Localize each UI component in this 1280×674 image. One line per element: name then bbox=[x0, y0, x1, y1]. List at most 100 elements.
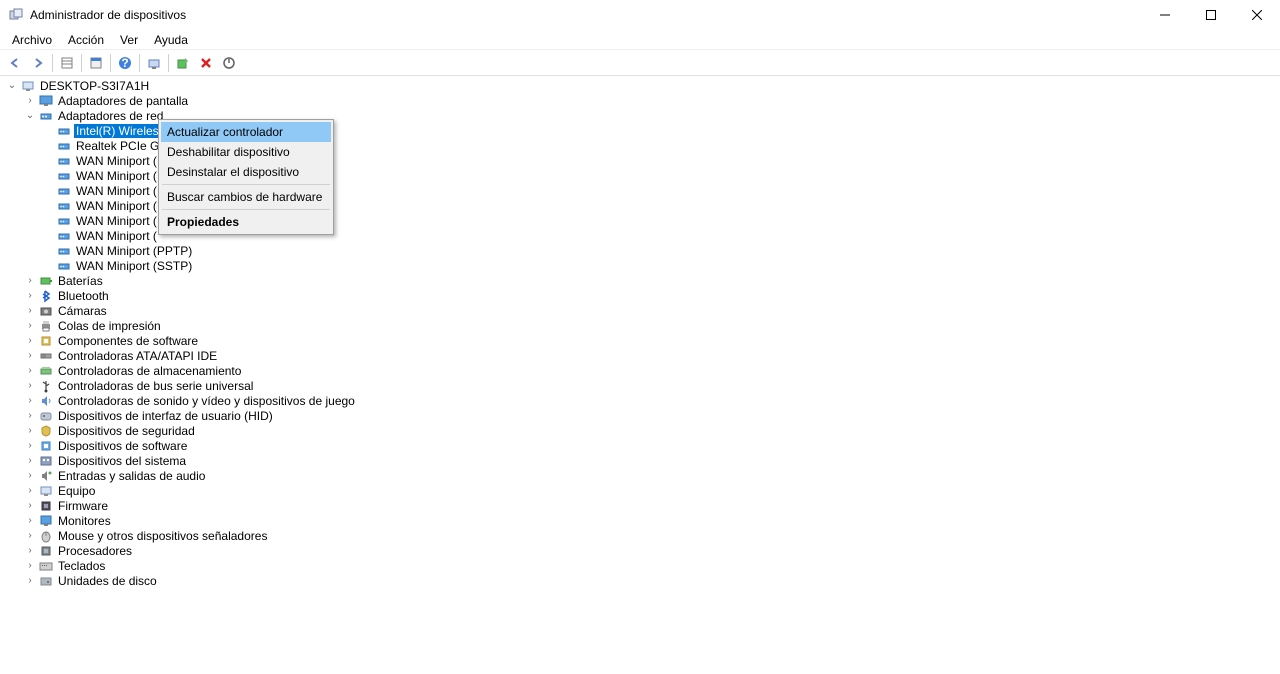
expander-spacer bbox=[42, 185, 54, 197]
toolbar-separator bbox=[139, 54, 140, 72]
category-node[interactable]: › Monitores bbox=[24, 513, 1280, 528]
expand-icon[interactable]: › bbox=[24, 545, 36, 557]
expand-icon[interactable]: › bbox=[24, 530, 36, 542]
expand-icon[interactable]: › bbox=[24, 515, 36, 527]
expand-icon[interactable]: › bbox=[24, 395, 36, 407]
context-menu-item[interactable]: Propiedades bbox=[161, 212, 331, 232]
app-icon bbox=[8, 7, 24, 23]
expand-icon[interactable]: › bbox=[24, 455, 36, 467]
context-menu-separator bbox=[162, 209, 330, 210]
expand-icon[interactable]: › bbox=[24, 485, 36, 497]
device-label: WAN Miniport (PPTP) bbox=[74, 244, 194, 258]
expander-spacer bbox=[42, 170, 54, 182]
category-label: Dispositivos de interfaz de usuario (HID… bbox=[56, 409, 275, 423]
expander-spacer bbox=[42, 260, 54, 272]
category-label: Mouse y otros dispositivos señaladores bbox=[56, 529, 269, 543]
menu-ver[interactable]: Ver bbox=[112, 31, 146, 49]
category-node[interactable]: › Equipo bbox=[24, 483, 1280, 498]
monitor-icon bbox=[38, 513, 54, 528]
category-node[interactable]: ›Dispositivos de software bbox=[24, 438, 1280, 453]
category-label: Controladoras de sonido y vídeo y dispos… bbox=[56, 394, 357, 408]
device-label: Realtek PCIe GB bbox=[74, 139, 169, 153]
root-node[interactable]: ⌄ DESKTOP-S3I7A1H bbox=[6, 78, 1280, 93]
maximize-button[interactable] bbox=[1188, 0, 1234, 30]
context-menu-item[interactable]: Desinstalar el dispositivo bbox=[161, 162, 331, 182]
category-node[interactable]: ›Cámaras bbox=[24, 303, 1280, 318]
category-label: Monitores bbox=[56, 514, 113, 528]
category-node[interactable]: ›Teclados bbox=[24, 558, 1280, 573]
expand-icon[interactable]: › bbox=[24, 275, 36, 287]
expand-icon[interactable]: › bbox=[24, 290, 36, 302]
collapse-icon[interactable]: ⌄ bbox=[24, 110, 36, 122]
category-node[interactable]: ›Componentes de software bbox=[24, 333, 1280, 348]
scan-hardware-button[interactable] bbox=[143, 52, 165, 74]
category-node[interactable]: ›Bluetooth bbox=[24, 288, 1280, 303]
expand-icon[interactable]: › bbox=[24, 500, 36, 512]
expand-icon[interactable]: › bbox=[24, 305, 36, 317]
toolbar-separator bbox=[52, 54, 53, 72]
category-node[interactable]: › Controladoras ATA/ATAPI IDE bbox=[24, 348, 1280, 363]
expand-icon[interactable]: › bbox=[24, 560, 36, 572]
context-menu-item[interactable]: Buscar cambios de hardware bbox=[161, 187, 331, 207]
category-node[interactable]: ›Controladoras de bus serie universal bbox=[24, 378, 1280, 393]
show-hide-tree-button[interactable] bbox=[56, 52, 78, 74]
context-menu: Actualizar controladorDeshabilitar dispo… bbox=[158, 119, 334, 235]
expand-icon[interactable]: › bbox=[24, 335, 36, 347]
network-device-icon bbox=[56, 228, 72, 243]
category-label: Equipo bbox=[56, 484, 97, 498]
cpu-icon bbox=[38, 543, 54, 558]
category-node[interactable]: ›Colas de impresión bbox=[24, 318, 1280, 333]
menu-accion[interactable]: Acción bbox=[60, 31, 112, 49]
category-node[interactable]: › Dispositivos de interfaz de usuario (HI… bbox=[24, 408, 1280, 423]
expand-icon[interactable]: › bbox=[24, 95, 36, 107]
root-label: DESKTOP-S3I7A1H bbox=[38, 79, 151, 93]
category-node[interactable]: › Controladoras de sonido y vídeo y dispo… bbox=[24, 393, 1280, 408]
back-button[interactable] bbox=[4, 52, 26, 74]
properties-button[interactable] bbox=[85, 52, 107, 74]
menu-ayuda[interactable]: Ayuda bbox=[146, 31, 196, 49]
expand-icon[interactable]: › bbox=[24, 470, 36, 482]
expand-icon[interactable]: › bbox=[24, 440, 36, 452]
usb-icon bbox=[38, 378, 54, 393]
uninstall-button[interactable] bbox=[195, 52, 217, 74]
expander-spacer bbox=[42, 245, 54, 257]
camera-icon bbox=[38, 303, 54, 318]
category-node[interactable]: › Adaptadores de pantalla bbox=[24, 93, 1280, 108]
forward-button[interactable] bbox=[27, 52, 49, 74]
category-node[interactable]: ›Entradas y salidas de audio bbox=[24, 468, 1280, 483]
expander-icon[interactable]: ⌄ bbox=[6, 80, 18, 92]
menu-archivo[interactable]: Archivo bbox=[4, 31, 60, 49]
context-menu-item[interactable]: Deshabilitar dispositivo bbox=[161, 142, 331, 162]
disable-button[interactable] bbox=[218, 52, 240, 74]
expand-icon[interactable]: › bbox=[24, 380, 36, 392]
category-node[interactable]: › Mouse y otros dispositivos señaladores bbox=[24, 528, 1280, 543]
category-label: Adaptadores de red bbox=[56, 109, 165, 123]
expand-icon[interactable]: › bbox=[24, 350, 36, 362]
help-button[interactable]: ? bbox=[114, 52, 136, 74]
category-label: Controladoras ATA/ATAPI IDE bbox=[56, 349, 219, 363]
expand-icon[interactable]: › bbox=[24, 410, 36, 422]
category-node[interactable]: ›Controladoras de almacenamiento bbox=[24, 363, 1280, 378]
category-node[interactable]: ›Dispositivos de seguridad bbox=[24, 423, 1280, 438]
device-label: WAN Miniport ( bbox=[74, 199, 159, 213]
expand-icon[interactable]: › bbox=[24, 425, 36, 437]
expand-icon[interactable]: › bbox=[24, 365, 36, 377]
category-node[interactable]: ›Firmware bbox=[24, 498, 1280, 513]
expand-icon[interactable]: › bbox=[24, 575, 36, 587]
toolbar-separator bbox=[168, 54, 169, 72]
network-device-icon bbox=[56, 258, 72, 273]
category-node[interactable]: ›Unidades de disco bbox=[24, 573, 1280, 588]
system-icon bbox=[38, 453, 54, 468]
device-node[interactable]: WAN Miniport (PPTP) bbox=[42, 243, 1280, 258]
category-node[interactable]: ›Dispositivos del sistema bbox=[24, 453, 1280, 468]
minimize-button[interactable] bbox=[1142, 0, 1188, 30]
network-device-icon bbox=[56, 123, 72, 138]
device-node[interactable]: WAN Miniport (SSTP) bbox=[42, 258, 1280, 273]
close-button[interactable] bbox=[1234, 0, 1280, 30]
update-driver-button[interactable] bbox=[172, 52, 194, 74]
category-label: Adaptadores de pantalla bbox=[56, 94, 190, 108]
context-menu-item[interactable]: Actualizar controlador bbox=[161, 122, 331, 142]
category-node[interactable]: ›Procesadores bbox=[24, 543, 1280, 558]
category-node[interactable]: ›Baterías bbox=[24, 273, 1280, 288]
expand-icon[interactable]: › bbox=[24, 320, 36, 332]
